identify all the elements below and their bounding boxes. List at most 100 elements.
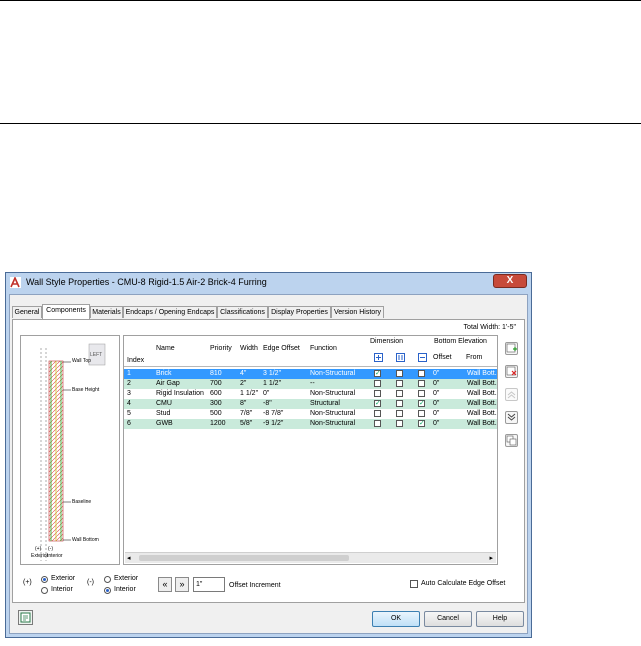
cell-priority[interactable]: 600 (210, 389, 222, 399)
col-header-function[interactable]: Function (310, 345, 337, 352)
dimension-checkbox[interactable] (396, 400, 403, 407)
cell-edge-offset[interactable]: -9 1/2" (263, 419, 283, 429)
dimension-checkbox[interactable] (418, 370, 425, 377)
dimension-checkbox[interactable]: ✓ (418, 420, 425, 427)
cell-width[interactable]: 2" (240, 379, 246, 389)
dimension-checkbox[interactable]: ✓ (418, 400, 425, 407)
col-header-width[interactable]: Width (240, 345, 258, 352)
tab-classifications[interactable]: Classifications (217, 306, 268, 318)
dimension-checkbox[interactable] (418, 390, 425, 397)
table-row[interactable]: 5 Stud 500 7/8" -8 7/8" Non-Structural 0" Wall … (124, 409, 497, 419)
cell-function[interactable]: Non-Structural (310, 409, 355, 419)
cell-edge-offset[interactable]: 0" (263, 389, 269, 399)
cell-priority[interactable]: 700 (210, 379, 222, 389)
cell-offset[interactable]: 0" (433, 409, 439, 419)
cell-width[interactable]: 5/8" (240, 419, 252, 429)
cell-width[interactable]: 4" (240, 369, 246, 379)
scroll-thumb[interactable] (139, 555, 349, 561)
cell-from[interactable]: Wall Bott... (467, 399, 497, 409)
offset-increment-input[interactable]: 1" (193, 577, 225, 592)
col-header-name[interactable]: Name (156, 345, 175, 352)
cell-function[interactable]: -- (310, 379, 315, 389)
table-row[interactable]: 3 Rigid Insulation 600 1 1/2" 0" Non-Structur… (124, 389, 497, 399)
cell-from[interactable]: Wall Bott... (467, 369, 497, 379)
cell-width[interactable]: 7/8" (240, 409, 252, 419)
cell-edge-offset[interactable]: 1 1/2" (263, 379, 281, 389)
cell-index[interactable]: 3 (127, 389, 131, 399)
col-header-bottom-elevation[interactable]: Bottom Elevation (434, 338, 487, 345)
style-info-button[interactable] (18, 610, 33, 625)
tab-endcaps[interactable]: Endcaps / Opening Endcaps (123, 306, 217, 318)
dimension-checkbox[interactable] (396, 390, 403, 397)
add-component-button[interactable] (505, 342, 518, 355)
offset-decrease-button[interactable]: « (158, 577, 172, 592)
cell-edge-offset[interactable]: -8 7/8" (263, 409, 283, 419)
ok-button[interactable]: OK (372, 611, 420, 627)
cell-priority[interactable]: 500 (210, 409, 222, 419)
cell-priority[interactable]: 810 (210, 369, 222, 379)
col-header-offset[interactable]: Offset (433, 354, 452, 361)
copy-component-button[interactable] (505, 434, 518, 447)
table-row[interactable]: 2 Air Gap 700 2" 1 1/2" -- 0" Wall Bott... (124, 379, 497, 389)
cell-width[interactable]: 1 1/2" (240, 389, 258, 399)
cell-offset[interactable]: 0" (433, 369, 439, 379)
cell-priority[interactable]: 1200 (210, 419, 226, 429)
cell-name[interactable]: Stud (156, 409, 170, 419)
dimension-checkbox[interactable] (418, 380, 425, 387)
tab-version-history[interactable]: Version History (331, 306, 384, 318)
dimension-checkbox[interactable] (396, 370, 403, 377)
cell-name[interactable]: CMU (156, 399, 172, 409)
cell-index[interactable]: 4 (127, 399, 131, 409)
cell-name[interactable]: Rigid Insulation (156, 389, 204, 399)
tab-general[interactable]: General (12, 306, 42, 318)
cell-function[interactable]: Non-Structural (310, 419, 355, 429)
cell-function[interactable]: Non-Structural (310, 369, 355, 379)
plus-exterior-radio[interactable] (41, 576, 48, 583)
help-button[interactable]: Help (476, 611, 524, 627)
preview-view-label[interactable]: LEFT (90, 352, 102, 358)
plus-interior-radio[interactable] (41, 587, 48, 594)
col-header-edge-offset[interactable]: Edge Offset (263, 345, 300, 352)
col-header-index[interactable]: Index (127, 357, 144, 364)
table-row[interactable]: 6 GWB 1200 5/8" -9 1/2" Non-Structural 0" Wall … (124, 419, 497, 429)
tab-components[interactable]: Components (42, 304, 90, 319)
auto-calculate-checkbox[interactable] (410, 580, 418, 588)
minus-interior-radio[interactable] (104, 587, 111, 594)
cell-edge-offset[interactable]: 3 1/2" (263, 369, 281, 379)
minus-exterior-radio[interactable] (104, 576, 111, 583)
cell-from[interactable]: Wall Bott... (467, 389, 497, 399)
cell-offset[interactable]: 0" (433, 379, 439, 389)
cell-offset[interactable]: 0" (433, 389, 439, 399)
cell-from[interactable]: Wall Bott... (467, 379, 497, 389)
move-up-button[interactable] (505, 388, 518, 401)
dimension-checkbox[interactable] (374, 380, 381, 387)
tab-display-properties[interactable]: Display Properties (268, 306, 331, 318)
offset-increase-button[interactable]: » (175, 577, 189, 592)
cancel-button[interactable]: Cancel (424, 611, 472, 627)
cell-index[interactable]: 6 (127, 419, 131, 429)
col-header-from[interactable]: From (466, 354, 482, 361)
dimension-checkbox[interactable] (374, 420, 381, 427)
dimension-checkbox[interactable] (374, 390, 381, 397)
cell-priority[interactable]: 300 (210, 399, 222, 409)
dimension-interior-icon[interactable] (418, 353, 427, 362)
dimension-checkbox[interactable]: ✓ (374, 400, 381, 407)
dimension-checkbox[interactable]: ✓ (374, 370, 381, 377)
dimension-checkbox[interactable] (396, 420, 403, 427)
title-bar[interactable]: Wall Style Properties - CMU-8 Rigid-1.5 … (6, 273, 531, 292)
move-down-button[interactable] (505, 411, 518, 424)
close-button[interactable]: X (493, 274, 527, 288)
dimension-checkbox[interactable] (396, 410, 403, 417)
dimension-checkbox[interactable] (374, 410, 381, 417)
scroll-right-arrow[interactable]: ▸ (489, 554, 493, 562)
col-header-dimension[interactable]: Dimension (370, 338, 403, 345)
cell-index[interactable]: 2 (127, 379, 131, 389)
cell-index[interactable]: 5 (127, 409, 131, 419)
cell-width[interactable]: 8" (240, 399, 246, 409)
cell-offset[interactable]: 0" (433, 399, 439, 409)
scroll-left-arrow[interactable]: ◂ (127, 554, 131, 562)
cell-name[interactable]: Air Gap (156, 379, 180, 389)
dimension-checkbox[interactable] (418, 410, 425, 417)
cell-name[interactable]: Brick (156, 369, 172, 379)
tab-materials[interactable]: Materials (90, 306, 123, 318)
